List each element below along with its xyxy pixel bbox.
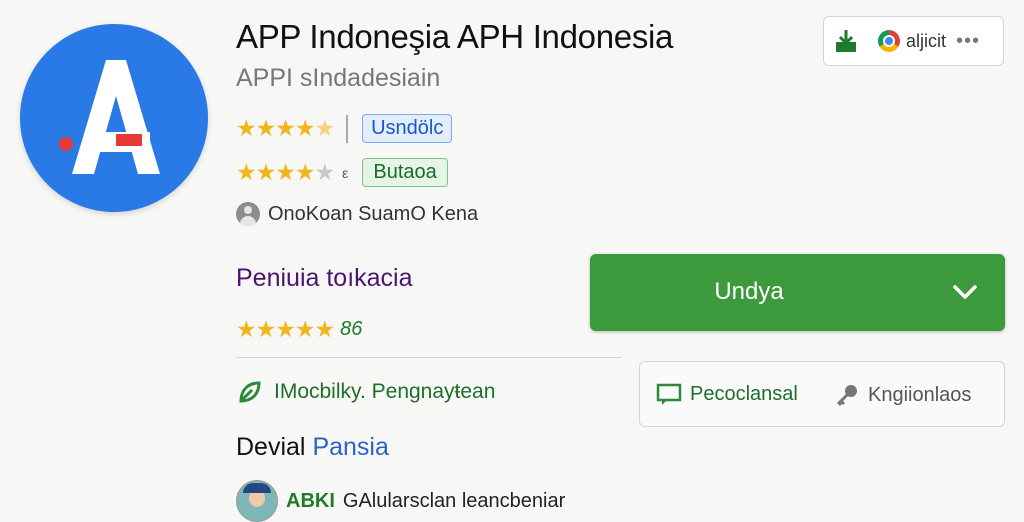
key-icon bbox=[836, 385, 857, 407]
app-icon bbox=[20, 24, 208, 212]
developer-title-part2: Pansia bbox=[312, 433, 389, 461]
chrome-icon[interactable] bbox=[878, 30, 900, 52]
toolbar: aljicit ••• bbox=[823, 16, 1004, 66]
developer-name: OnoKoan SuamО Kena bbox=[268, 202, 479, 225]
rating-summary: ★★★★★ 86 bbox=[236, 316, 362, 343]
action-secondary-label: Kngiionlaos bbox=[868, 383, 972, 406]
install-button[interactable]: Undya bbox=[590, 254, 1005, 331]
star-rating: ★★★★★ bbox=[236, 159, 335, 185]
section-title: Peniuia tоıkacia bbox=[236, 264, 413, 292]
star-rating: ★★★★★ bbox=[236, 115, 335, 141]
tag-badge[interactable]: Butaoa bbox=[362, 158, 448, 187]
action-secondary[interactable]: Kngiionlaos bbox=[834, 382, 971, 408]
app-title: APP Indoneşia APH Indonesia bbox=[236, 18, 674, 55]
app-logo-a-icon bbox=[59, 60, 160, 174]
toolbar-label[interactable]: aljicit bbox=[906, 31, 946, 52]
developer-section-title: Devial Pansia bbox=[236, 433, 389, 462]
chevron-down-icon[interactable] bbox=[949, 276, 981, 308]
rating-mark: ε bbox=[342, 164, 349, 181]
action-primary[interactable]: Pecoclansal bbox=[656, 382, 798, 406]
rating-score: 86 bbox=[340, 318, 363, 340]
developer-description: GAlularsclan leancbeniar bbox=[342, 489, 566, 512]
more-icon[interactable]: ••• bbox=[956, 30, 980, 53]
category-badge[interactable]: Usndölc bbox=[362, 114, 453, 143]
rating-row-2: ★★★★★ ε Butaoa bbox=[236, 158, 448, 187]
divider bbox=[236, 357, 622, 358]
avatar bbox=[236, 480, 278, 522]
developer-code: ABKI bbox=[286, 489, 335, 512]
developer-title-part1: Devial bbox=[236, 433, 306, 461]
action-bar: Pecoclansal Kngiionlaos bbox=[639, 361, 1005, 427]
person-icon bbox=[236, 202, 260, 226]
divider bbox=[346, 114, 349, 143]
rating-row-1: ★★★★★ Usndölc bbox=[236, 114, 453, 143]
developer-item[interactable]: ABKI GAlularsclan leancbeniar bbox=[236, 480, 565, 522]
action-primary-label: Pecoclansal bbox=[690, 382, 798, 405]
leaf-icon bbox=[239, 381, 261, 403]
app-subtitle: APPI sIndadesiain bbox=[236, 64, 441, 92]
message-icon bbox=[656, 383, 682, 405]
download-icon[interactable] bbox=[834, 28, 858, 54]
install-label: Undya bbox=[714, 278, 784, 305]
compatibility-row[interactable]: IMocbilky. Pengnayŧean bbox=[236, 378, 495, 406]
compatibility-text: IMocbilky. Pengnayŧean bbox=[274, 380, 496, 403]
star-rating: ★★★★★ bbox=[236, 316, 335, 342]
developer-line[interactable]: OnoKoan SuamО Kena bbox=[236, 202, 478, 226]
